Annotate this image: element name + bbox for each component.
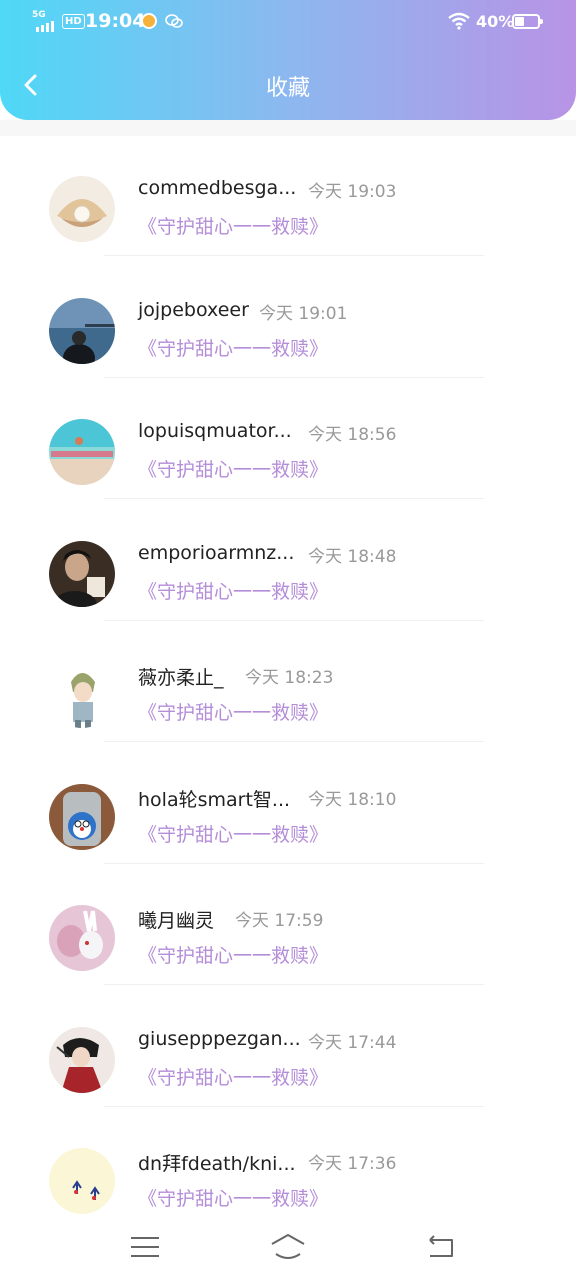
avatar: [49, 419, 115, 485]
book-title[interactable]: 《守护甜心一一救赎》: [138, 1063, 328, 1090]
avatar: [49, 783, 115, 850]
avatar: [49, 1148, 115, 1214]
user-name: 曦月幽灵: [138, 910, 215, 932]
timestamp: 今天 18:23: [245, 668, 334, 688]
back-icon[interactable]: [422, 1232, 458, 1262]
avatar: [49, 662, 115, 728]
battery-icon: [512, 14, 543, 29]
divider: [104, 376, 484, 378]
list-item[interactable]: jojpeboxeer 今天 19:01 《守护甜心一一救赎》: [0, 258, 576, 380]
home-icon[interactable]: [270, 1232, 306, 1262]
divider: [104, 255, 484, 256]
list-item[interactable]: emporioarmnz... 今天 18:48 《守护甜心一一救赎》: [0, 501, 576, 623]
divider: [104, 741, 484, 742]
system-navigation-bar: [0, 1216, 576, 1280]
divider: [104, 1105, 484, 1107]
avatar: [49, 905, 115, 971]
user-name: hola轮smart智...: [138, 788, 291, 811]
header-shadow-strip: [0, 120, 576, 136]
wechat-icon: [165, 14, 183, 28]
divider: [104, 498, 484, 499]
wifi-icon: [448, 12, 470, 30]
timestamp: 今天 17:44: [308, 1032, 397, 1053]
user-name: 薇亦柔止_: [138, 667, 224, 689]
timestamp: 今天 17:59: [235, 911, 324, 931]
hd-badge: HD: [62, 14, 85, 29]
battery-percentage: 40%: [476, 12, 515, 31]
user-name: lopuisqmuator...: [138, 420, 292, 442]
list-item[interactable]: dn拜fdeath/kni... 今天 17:36 《守护甜心一一救赎》: [0, 1108, 576, 1230]
user-name: commedbesga...: [138, 177, 297, 199]
list-item[interactable]: commedbesga... 今天 19:03 《守护甜心一一救赎》: [0, 136, 576, 258]
user-name: jojpeboxeer: [138, 298, 249, 321]
status-bar: 5G HD 19:04 40%: [0, 0, 576, 44]
timestamp: 今天 18:48: [308, 546, 397, 567]
avatar: [49, 1026, 115, 1093]
divider: [104, 862, 484, 864]
notification-app-icon: [141, 13, 157, 29]
timestamp: 今天 19:03: [308, 182, 397, 202]
list-item[interactable]: giusepppezgan... 今天 17:44 《守护甜心一一救赎》: [0, 987, 576, 1109]
favorites-list: commedbesga... 今天 19:03 《守护甜心一一救赎》 jojpe…: [0, 136, 576, 1230]
status-time: 19:04: [85, 10, 146, 32]
avatar: [49, 176, 115, 242]
menu-icon[interactable]: [127, 1232, 163, 1262]
timestamp: 今天 19:01: [259, 303, 348, 324]
book-title[interactable]: 《守护甜心一一救赎》: [138, 577, 328, 604]
app-header: 5G HD 19:04 40% 收藏: [0, 0, 576, 120]
book-title[interactable]: 《守护甜心一一救赎》: [138, 334, 328, 361]
page-title: 收藏: [265, 76, 310, 101]
book-title[interactable]: 《守护甜心一一救赎》: [138, 212, 328, 239]
list-item[interactable]: 曦月幽灵 今天 17:59 《守护甜心一一救赎》: [0, 865, 576, 987]
avatar: [49, 297, 115, 364]
user-name: giusepppezgan...: [138, 1027, 301, 1050]
book-title[interactable]: 《守护甜心一一救赎》: [138, 1184, 328, 1211]
book-title[interactable]: 《守护甜心一一救赎》: [138, 941, 328, 968]
timestamp: 今天 17:36: [308, 1154, 397, 1174]
list-item[interactable]: hola轮smart智... 今天 18:10 《守护甜心一一救赎》: [0, 744, 576, 866]
book-title[interactable]: 《守护甜心一一救赎》: [138, 698, 328, 725]
avatar: [49, 540, 115, 607]
user-name: dn拜fdeath/kni...: [138, 1153, 296, 1175]
timestamp: 今天 18:10: [308, 789, 397, 810]
list-item[interactable]: lopuisqmuator... 今天 18:56 《守护甜心一一救赎》: [0, 379, 576, 501]
book-title[interactable]: 《守护甜心一一救赎》: [138, 820, 328, 847]
divider: [104, 619, 484, 621]
user-name: emporioarmnz...: [138, 541, 295, 564]
timestamp: 今天 18:56: [308, 425, 397, 445]
book-title[interactable]: 《守护甜心一一救赎》: [138, 455, 328, 482]
list-item[interactable]: 薇亦柔止_ 今天 18:23 《守护甜心一一救赎》: [0, 622, 576, 744]
cellular-signal-icon: 5G: [32, 10, 58, 32]
divider: [104, 984, 484, 985]
